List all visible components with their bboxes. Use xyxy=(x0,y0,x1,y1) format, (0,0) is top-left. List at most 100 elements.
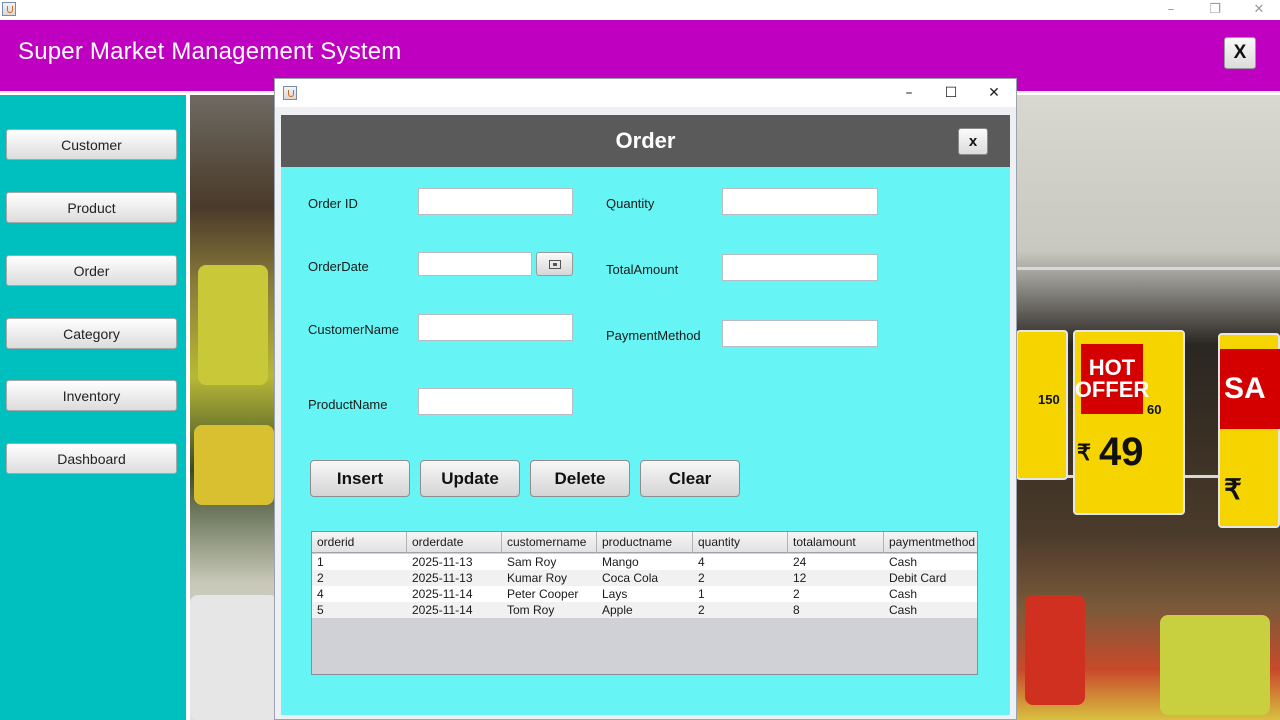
cell-orderid: 5 xyxy=(317,603,324,617)
orders-table[interactable]: orderid orderdate customername productna… xyxy=(311,531,978,675)
sidebar-item-order[interactable]: Order xyxy=(6,255,177,286)
cell-customername: Tom Roy xyxy=(507,603,555,617)
table-row[interactable]: 4 2025-11-14 Peter Cooper Lays 1 2 Cash xyxy=(312,586,977,602)
order-close-button[interactable]: x xyxy=(958,128,988,155)
payment-method-field[interactable] xyxy=(722,320,878,347)
cell-orderid: 1 xyxy=(317,555,324,569)
cell-quantity: 2 xyxy=(698,571,705,585)
order-panel-header: Order x xyxy=(281,115,1010,167)
rupee-symbol: ₹ xyxy=(1077,440,1091,465)
quantity-label: Quantity xyxy=(606,196,655,211)
cell-quantity: 2 xyxy=(698,603,705,617)
cell-totalamount: 24 xyxy=(793,555,807,569)
cell-totalamount: 12 xyxy=(793,571,807,585)
cell-paymentmethod: Cash xyxy=(889,555,918,569)
java-app-icon xyxy=(283,86,297,100)
java-app-icon xyxy=(2,2,16,16)
rupee-symbol: ₹ xyxy=(1224,474,1242,505)
payment-method-label: PaymentMethod xyxy=(606,328,701,343)
cell-productname: Apple xyxy=(602,603,633,617)
column-header-productname[interactable]: productname xyxy=(597,532,693,553)
shelf xyxy=(1016,267,1280,270)
price-sign: HOT OFFER 60 ₹ 49 xyxy=(1073,330,1185,515)
sidebar-item-product[interactable]: Product xyxy=(6,192,177,223)
cell-productname: Mango xyxy=(602,555,639,569)
order-window-titlebar: – ☐ ✕ xyxy=(275,79,1016,107)
sidebar-item-customer[interactable]: Customer xyxy=(6,129,177,160)
customer-name-label: CustomerName xyxy=(308,322,400,337)
cell-paymentmethod: Cash xyxy=(889,587,918,601)
cell-productname: Lays xyxy=(602,587,628,601)
cell-quantity: 4 xyxy=(698,555,705,569)
total-amount-label: TotalAmount xyxy=(606,262,679,277)
sidebar-item-dashboard[interactable]: Dashboard xyxy=(6,443,177,474)
price-49: 49 xyxy=(1099,430,1144,474)
cell-quantity: 1 xyxy=(698,587,705,601)
column-header-paymentmethod[interactable]: paymentmethod xyxy=(884,532,977,553)
cell-totalamount: 8 xyxy=(793,603,800,617)
column-header-quantity[interactable]: quantity xyxy=(693,532,788,553)
date-picker-button[interactable] xyxy=(536,252,573,276)
cell-orderid: 2 xyxy=(317,571,324,585)
cell-totalamount: 2 xyxy=(793,587,800,601)
insert-button[interactable]: Insert xyxy=(310,460,410,497)
table-row[interactable]: 1 2025-11-13 Sam Roy Mango 4 24 Cash xyxy=(312,554,977,570)
table-header: orderid orderdate customername productna… xyxy=(312,532,977,553)
sale-label: SA xyxy=(1220,349,1280,429)
price-60: 60 xyxy=(1147,402,1162,417)
price-sign: 150 xyxy=(1016,330,1068,480)
cell-orderdate: 2025-11-14 xyxy=(412,587,473,601)
window-maximize-button[interactable]: ☐ xyxy=(937,83,965,103)
sidebar: Customer Product Order Category Inventor… xyxy=(0,95,186,720)
cell-paymentmethod: Debit Card xyxy=(889,571,947,585)
snack-bag xyxy=(194,425,274,505)
hot-offer-label: HOT OFFER xyxy=(1075,344,1149,414)
order-title: Order xyxy=(615,128,676,153)
order-window: – ☐ ✕ Order x Order ID OrderDate Custome… xyxy=(274,78,1017,720)
snack-bag xyxy=(1160,615,1270,715)
order-id-field[interactable] xyxy=(418,188,573,215)
price-sign: SA ₹ xyxy=(1218,333,1280,528)
cell-customername: Sam Roy xyxy=(507,555,557,569)
calendar-icon xyxy=(548,259,561,269)
cell-orderid: 4 xyxy=(317,587,324,601)
product-name-label: ProductName xyxy=(308,397,388,412)
update-button[interactable]: Update xyxy=(420,460,520,497)
snack-bag xyxy=(190,595,278,720)
snack-bag xyxy=(1025,595,1085,705)
table-row[interactable]: 5 2025-11-14 Tom Roy Apple 2 8 Cash xyxy=(312,602,977,618)
os-maximize-button[interactable]: ❐ xyxy=(1200,0,1230,18)
window-minimize-button[interactable]: – xyxy=(895,83,923,103)
price-150: 150 xyxy=(1038,392,1060,407)
os-minimize-button[interactable]: – xyxy=(1156,0,1186,18)
sidebar-item-category[interactable]: Category xyxy=(6,318,177,349)
cell-orderdate: 2025-11-13 xyxy=(412,555,473,569)
os-close-button[interactable]: ✕ xyxy=(1244,0,1274,18)
delete-button[interactable]: Delete xyxy=(530,460,630,497)
cell-paymentmethod: Cash xyxy=(889,603,918,617)
column-header-orderdate[interactable]: orderdate xyxy=(407,532,502,553)
window-close-button[interactable]: ✕ xyxy=(980,83,1008,103)
column-header-customername[interactable]: customername xyxy=(502,532,597,553)
cell-customername: Kumar Roy xyxy=(507,571,568,585)
order-date-label: OrderDate xyxy=(308,259,369,274)
order-date-field[interactable] xyxy=(418,252,532,276)
order-id-label: Order ID xyxy=(308,196,358,211)
cell-orderdate: 2025-11-14 xyxy=(412,603,473,617)
cell-orderdate: 2025-11-13 xyxy=(412,571,473,585)
quantity-field[interactable] xyxy=(722,188,878,215)
snack-bag xyxy=(198,265,268,385)
cell-productname: Coca Cola xyxy=(602,571,659,585)
total-amount-field[interactable] xyxy=(722,254,878,281)
order-panel: Order x Order ID OrderDate CustomerName … xyxy=(281,115,1010,715)
table-row[interactable]: 2 2025-11-13 Kumar Roy Coca Cola 2 12 De… xyxy=(312,570,977,586)
cell-customername: Peter Cooper xyxy=(507,587,579,601)
clear-button[interactable]: Clear xyxy=(640,460,740,497)
sidebar-item-inventory[interactable]: Inventory xyxy=(6,380,177,411)
product-name-field[interactable] xyxy=(418,388,573,415)
app-close-button[interactable]: X xyxy=(1224,37,1256,69)
column-header-totalamount[interactable]: totalamount xyxy=(788,532,884,553)
customer-name-field[interactable] xyxy=(418,314,573,341)
app-title: Super Market Management System xyxy=(18,38,402,65)
column-header-orderid[interactable]: orderid xyxy=(312,532,407,553)
